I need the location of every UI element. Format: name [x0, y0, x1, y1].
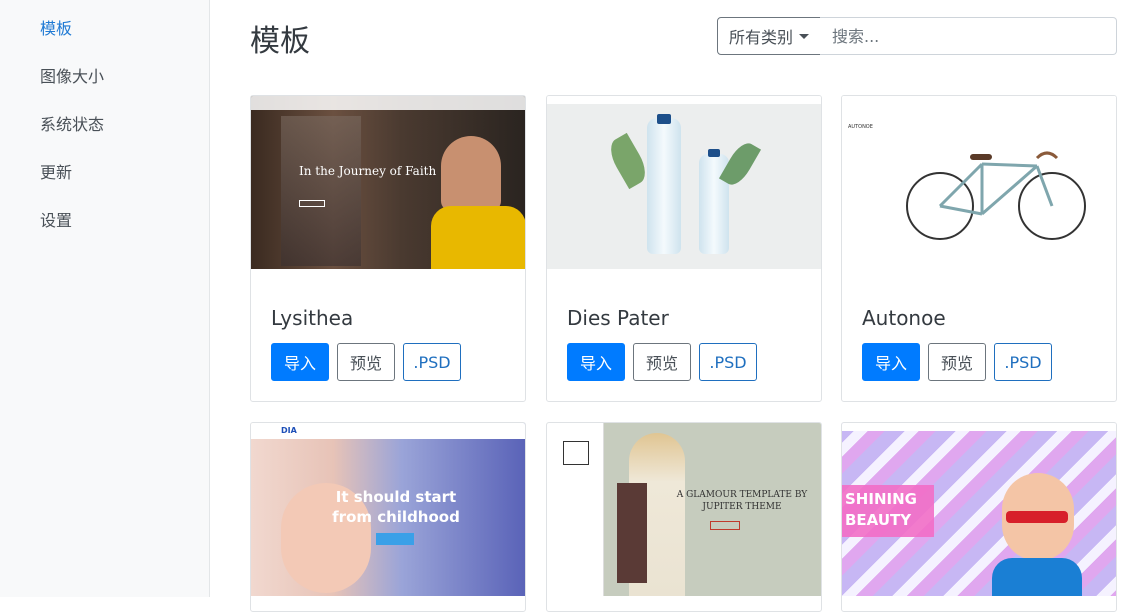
psd-button[interactable]: .PSD	[699, 343, 757, 381]
thumbnail-headline: In the Journey of Faith	[299, 164, 437, 178]
template-thumbnail[interactable]: SHINING BEAUTY	[842, 423, 1116, 596]
chevron-down-icon	[799, 33, 809, 39]
sidebar-item-templates[interactable]: 模板	[40, 15, 72, 39]
sidebar-item-update[interactable]: 更新	[40, 159, 72, 183]
psd-button[interactable]: .PSD	[403, 343, 461, 381]
sidebar: 模板 图像大小 系统状态 更新 设置	[0, 0, 210, 597]
template-thumbnail[interactable]: In the Journey of Faith	[251, 96, 525, 269]
sidebar-item-system-status[interactable]: 系统状态	[40, 111, 104, 135]
preview-button[interactable]: 预览	[633, 343, 691, 381]
template-thumbnail[interactable]: AUTONOE	[842, 96, 1116, 269]
sidebar-item-image-size[interactable]: 图像大小	[40, 63, 104, 87]
page-title: 模板	[250, 24, 310, 59]
template-thumbnail[interactable]	[547, 96, 821, 269]
thumbnail-headline: A GLAMOUR TEMPLATE BY JUPITER THEME	[676, 490, 808, 512]
template-name: Dies Pater	[567, 306, 669, 330]
thumbnail-brand: DIA	[281, 426, 297, 435]
category-filter-label: 所有类别	[728, 28, 793, 47]
template-thumbnail[interactable]: A GLAMOUR TEMPLATE BY JUPITER THEME	[547, 423, 821, 596]
category-filter-dropdown[interactable]: 所有类别	[717, 17, 821, 55]
thumbnail-headline: SHINING BEAUTY	[845, 490, 917, 529]
preview-button[interactable]: 预览	[928, 343, 986, 381]
template-card-dies-pater: Dies Pater 导入 预览 .PSD	[546, 95, 822, 402]
template-card-shining-beauty: SHINING BEAUTY	[841, 422, 1117, 612]
template-card-autonoe: AUTONOE Autonoe 导入 预览 .PSD	[841, 95, 1117, 402]
import-button[interactable]: 导入	[271, 343, 329, 381]
thumbnail-headline: It should start from childhood	[332, 488, 460, 526]
template-card-dia: DIA It should start from childhood	[250, 422, 526, 612]
import-button[interactable]: 导入	[567, 343, 625, 381]
import-button[interactable]: 导入	[862, 343, 920, 381]
template-thumbnail[interactable]: DIA It should start from childhood	[251, 423, 525, 596]
bicycle-illustration	[906, 151, 1086, 240]
search-input[interactable]	[820, 17, 1117, 55]
template-name: Autonoe	[862, 306, 946, 330]
psd-button[interactable]: .PSD	[994, 343, 1052, 381]
preview-button[interactable]: 预览	[337, 343, 395, 381]
sidebar-item-settings[interactable]: 设置	[40, 207, 72, 231]
main-content: 模板 所有类别 In the Journey of Faith Lysithea…	[210, 0, 1126, 612]
template-name: Lysithea	[271, 306, 354, 330]
template-card-glamour: A GLAMOUR TEMPLATE BY JUPITER THEME	[546, 422, 822, 612]
template-card-lysithea: In the Journey of Faith Lysithea 导入 预览 .…	[250, 95, 526, 402]
